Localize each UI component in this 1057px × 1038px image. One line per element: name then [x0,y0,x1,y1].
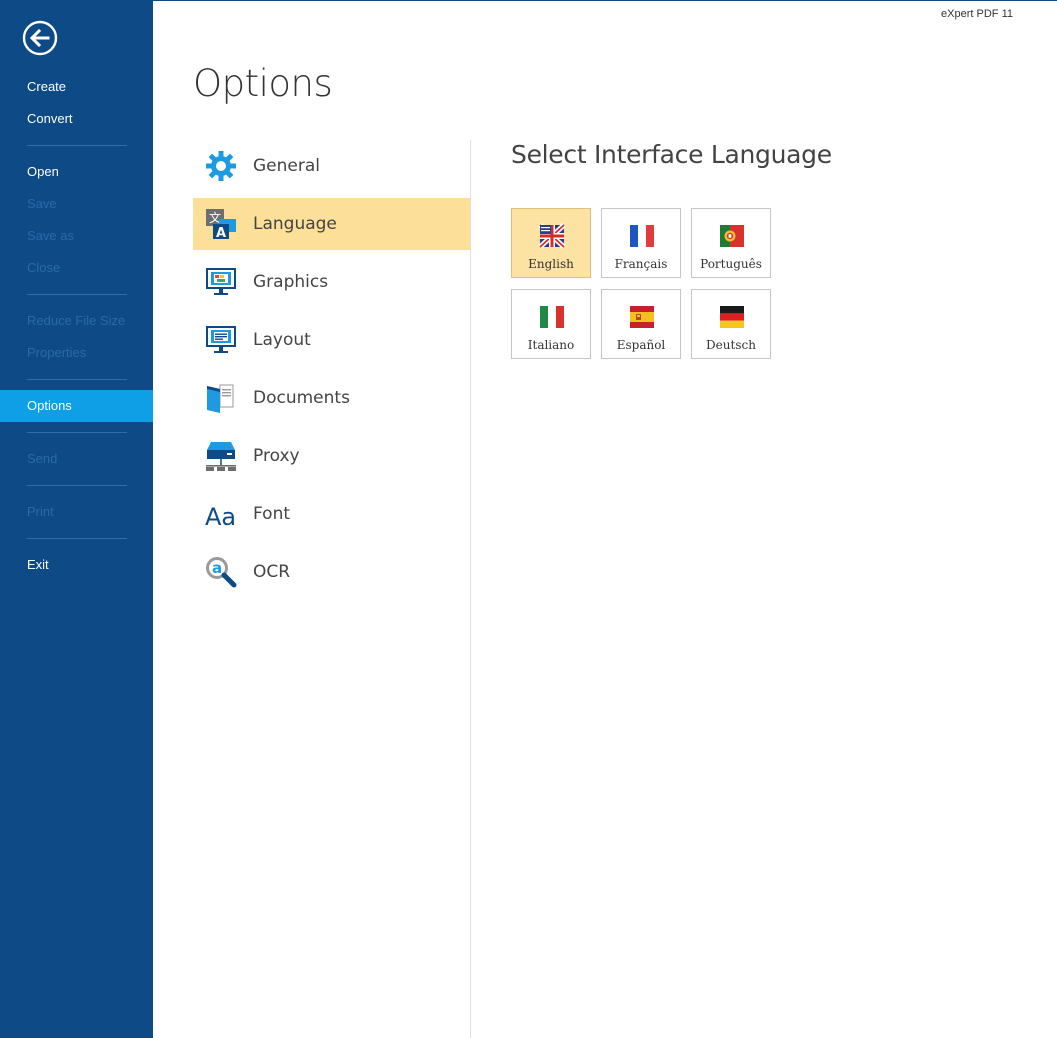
sidebar-item-close: Close [27,260,61,275]
category-ocr[interactable]: a OCR [193,546,470,598]
backstage-sidebar: Create Convert Open Save Save as Close R… [0,0,153,1038]
documents-icon [207,384,234,413]
spain-flag-icon [630,306,654,328]
ocr-magnifier-icon: a [206,557,237,588]
sidebar-item-save: Save [27,196,57,211]
options-backstage: Create Convert Open Save Save as Close R… [0,0,1057,1038]
germany-flag-icon [720,306,744,328]
category-documents[interactable]: Documents [193,372,470,424]
back-arrow-icon [22,20,58,56]
category-graphics[interactable]: Graphics [193,256,470,308]
layout-monitor-icon [206,326,236,353]
language-panel-heading: Select Interface Language [511,140,832,169]
app-brand: eXpert PDF 11 [941,8,1013,20]
graphics-monitor-icon [206,268,236,295]
sidebar-separator [27,294,127,295]
sidebar-item-convert[interactable]: Convert [0,103,153,135]
sidebar-separator [27,485,127,486]
category-font[interactable]: Aa Font [193,488,470,540]
sidebar-item-save-as: Save as [27,228,74,243]
sidebar-item-properties: Properties [27,345,87,360]
category-label: Language [253,214,337,234]
font-icon-glyph: Aa [205,503,236,530]
language-icon-bottom-glyph: A [216,226,226,240]
category-label: Documents [253,388,350,408]
proxy-server-icon [206,442,236,471]
category-label: Graphics [253,272,329,292]
france-flag-icon [630,225,654,247]
sidebar-separator [27,379,127,380]
category-label: OCR [253,562,291,582]
ocr-icon-letter: a [212,559,222,577]
sidebar-item-options[interactable]: Options [0,390,153,422]
language-tile-english[interactable]: English [511,208,591,278]
top-border [153,0,1057,1]
gear-icon [206,151,236,181]
language-tile-espanol[interactable]: Español [601,289,681,359]
language-tile-francais[interactable]: Français [601,208,681,278]
language-label: Deutsch [706,338,756,352]
sidebar-item-create[interactable]: Create [0,71,153,103]
category-label: Font [253,504,291,524]
category-language[interactable]: 文 A Language [193,198,470,250]
sidebar-item-print: Print [27,504,54,519]
sidebar-separator [27,538,127,539]
category-general[interactable]: General [193,140,470,192]
language-tile-portugues[interactable]: Português [691,208,771,278]
sidebar-item-open[interactable]: Open [0,156,153,188]
font-icon: Aa [205,503,236,530]
sidebar-item-exit[interactable]: Exit [0,549,153,581]
language-icon: 文 A [206,209,236,240]
category-divider [470,140,471,1038]
category-label: Proxy [253,446,300,466]
page-title: Options [193,62,333,105]
category-label: General [253,156,320,176]
sidebar-item-send: Send [27,451,58,466]
uk-flag-icon [538,223,566,249]
italy-flag-icon [540,306,564,328]
sidebar-item-reduce-file-size: Reduce File Size [27,313,126,328]
language-label: Italiano [527,338,575,352]
portugal-flag-icon [720,225,744,247]
category-label: Layout [253,330,311,350]
category-layout[interactable]: Layout [193,314,470,366]
language-label: Español [616,338,666,352]
language-label: Português [700,257,762,271]
back-button[interactable] [22,20,58,56]
language-label: Français [614,257,668,271]
language-tile-italiano[interactable]: Italiano [511,289,591,359]
sidebar-separator [27,145,127,146]
language-label: English [528,257,574,271]
category-proxy[interactable]: Proxy [193,430,470,482]
language-tile-deutsch[interactable]: Deutsch [691,289,771,359]
sidebar-separator [27,432,127,433]
